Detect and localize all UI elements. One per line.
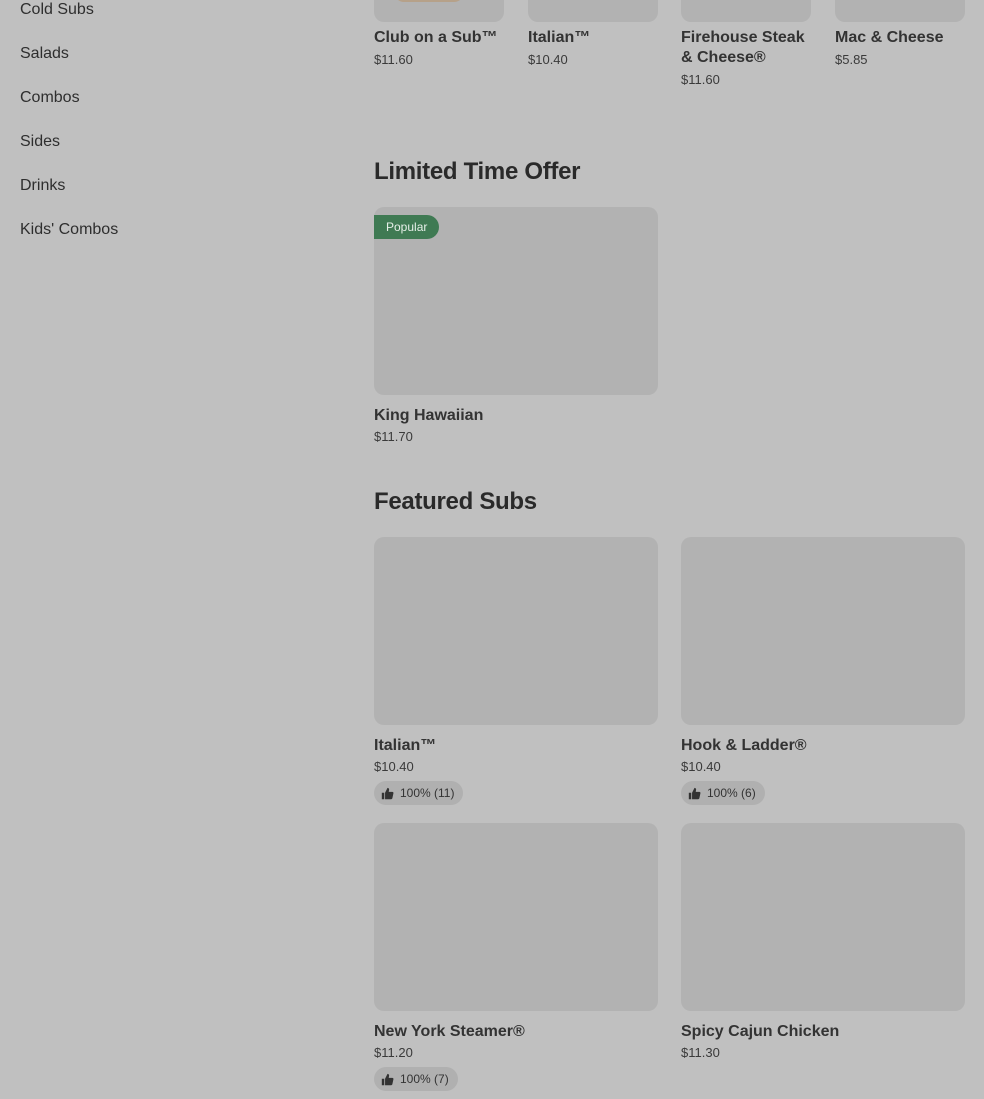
menu-card[interactable]: Popular King Hawaiian $11.70 xyxy=(374,207,658,444)
item-name: Italian™ xyxy=(374,737,437,754)
item-image[interactable]: Popular xyxy=(374,207,658,395)
thumbs-up-icon xyxy=(381,1073,394,1085)
rating-badge: 100% (11) xyxy=(374,781,464,805)
item-name: New York Steamer® xyxy=(374,1023,525,1040)
section-title-featured: Featured Subs xyxy=(374,488,537,515)
item-image[interactable] xyxy=(681,823,965,1011)
item-name: Hook & Ladder® xyxy=(681,737,807,754)
thumbs-up-icon xyxy=(688,787,701,799)
thumbs-up-icon xyxy=(381,787,394,799)
top-card-row: Club on a Sub™ $11.60 Italian™ $10.40 Fi… xyxy=(374,0,965,100)
item-image[interactable] xyxy=(835,0,965,22)
item-name: Italian™ xyxy=(528,29,591,46)
menu-card[interactable]: Spicy Cajun Chicken $11.30 xyxy=(681,823,965,1060)
item-name: King Hawaiian xyxy=(374,407,484,424)
sidebar-item-salads[interactable]: Salads xyxy=(20,32,320,76)
item-price: $11.30 xyxy=(681,1045,720,1060)
item-price: $5.85 xyxy=(835,52,868,67)
item-price: $11.60 xyxy=(681,72,720,87)
sidebar-item-sides[interactable]: Sides xyxy=(20,120,320,164)
item-image[interactable] xyxy=(528,0,658,22)
item-price: $10.40 xyxy=(681,759,721,774)
sidebar-item-drinks[interactable]: Drinks xyxy=(20,164,320,208)
popular-badge: Popular xyxy=(374,215,440,239)
item-image[interactable] xyxy=(374,0,504,22)
item-price: $10.40 xyxy=(528,52,568,67)
sidebar-item-kids-combos[interactable]: Kids' Combos xyxy=(20,208,320,252)
menu-card[interactable]: Italian™ $10.40 100% (11) xyxy=(374,537,658,805)
item-price: $10.40 xyxy=(374,759,414,774)
rating-badge: 100% (7) xyxy=(374,1067,458,1091)
section-title-limited: Limited Time Offer xyxy=(374,158,581,185)
item-name: Club on a Sub™ xyxy=(374,29,498,46)
item-image[interactable] xyxy=(374,537,658,725)
sidebar-item-combos[interactable]: Combos xyxy=(20,76,320,120)
rating-text: 100% (11) xyxy=(400,786,455,800)
menu-card[interactable]: Hook & Ladder® $10.40 100% (6) xyxy=(681,537,965,805)
category-sidebar: Cold Subs Salads Combos Sides Drinks Kid… xyxy=(20,0,320,252)
item-price: $11.20 xyxy=(374,1045,413,1060)
item-name: Mac & Cheese xyxy=(835,29,944,46)
item-name: Spicy Cajun Chicken xyxy=(681,1023,840,1040)
menu-card[interactable]: New York Steamer® $11.20 100% (7) xyxy=(374,823,658,1091)
rating-text: 100% (6) xyxy=(707,786,756,800)
rating-text: 100% (7) xyxy=(400,1072,449,1086)
item-price: $11.60 xyxy=(374,52,413,67)
item-name: Firehouse Steak & Cheese® xyxy=(681,29,805,66)
sidebar-item-cold-subs[interactable]: Cold Subs xyxy=(20,0,320,32)
item-image[interactable] xyxy=(374,823,658,1011)
rating-badge: 100% (6) xyxy=(681,781,765,805)
item-image[interactable] xyxy=(681,0,811,22)
item-image[interactable] xyxy=(681,537,965,725)
item-price: $11.70 xyxy=(374,429,413,444)
